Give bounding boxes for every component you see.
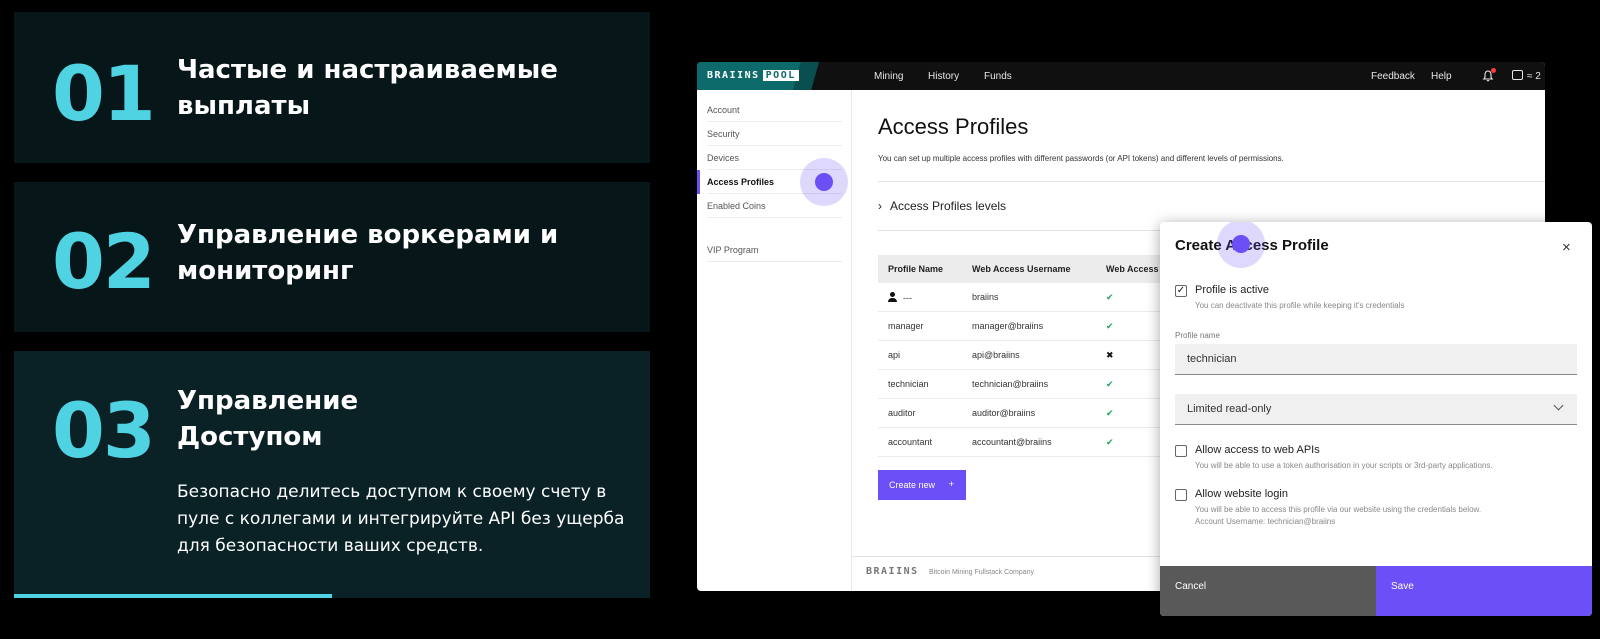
- table-row[interactable]: technician technician@braiins ✔: [878, 370, 1168, 399]
- username-cell: accountant@braiins: [972, 437, 1052, 447]
- feature-title-line: Доступом: [177, 422, 323, 452]
- table-row[interactable]: auditor auditor@braiins ✔: [878, 399, 1168, 428]
- save-button[interactable]: Save: [1376, 566, 1592, 616]
- click-highlight: [1217, 222, 1265, 268]
- feature-progress-fill: [14, 594, 332, 598]
- feature-title: Управление Доступом: [177, 383, 617, 455]
- footer-logo: BRAIINS: [866, 566, 919, 577]
- table-header: Profile Name Web Access Username Web Acc…: [878, 255, 1168, 283]
- nav-mining[interactable]: Mining: [874, 71, 903, 82]
- profile-active-label: Profile is active: [1195, 284, 1269, 296]
- profile-name-cell: accountant: [888, 437, 933, 447]
- profile-name-cell: ---: [878, 291, 966, 303]
- feature-description: Безопасно делитесь доступом к своему сче…: [177, 482, 625, 556]
- website-login-label: Allow website login: [1195, 488, 1288, 500]
- feature-title: Управление воркерами и мониторинг: [177, 217, 617, 289]
- feature-progress-bar: [14, 594, 650, 598]
- feature-number: 02: [52, 217, 156, 306]
- access-levels-toggle[interactable]: › Access Profiles levels: [878, 199, 1006, 213]
- sidebar-item-security[interactable]: Security: [707, 122, 842, 146]
- top-bar: BRAIINS POOL Mining History Funds Feedbac…: [697, 62, 1545, 90]
- column-header[interactable]: Web Access: [1100, 264, 1168, 274]
- username-cell: braiins: [972, 292, 999, 302]
- chevron-down-icon: [1553, 400, 1564, 411]
- cross-icon: ✖: [1106, 349, 1114, 360]
- create-new-button[interactable]: Create new +: [878, 470, 966, 500]
- check-icon: ✔: [1106, 291, 1114, 302]
- logo-brand: BRAIINS: [707, 70, 760, 81]
- username-cell: manager@braiins: [972, 321, 1044, 331]
- check-icon: ✔: [1106, 378, 1114, 389]
- close-icon[interactable]: ×: [1562, 239, 1571, 256]
- username-cell: api@braiins: [972, 350, 1020, 360]
- username-cell: auditor@braiins: [972, 408, 1036, 418]
- nav-history[interactable]: History: [928, 71, 959, 82]
- username-cell: technician@braiins: [972, 379, 1049, 389]
- table-row[interactable]: accountant accountant@braiins ✔: [878, 428, 1168, 457]
- user-icon: [888, 291, 897, 302]
- chevron-right-icon: ›: [878, 199, 882, 213]
- click-highlight: [800, 158, 848, 206]
- column-header[interactable]: Web Access Username: [966, 264, 1100, 274]
- feedback-link[interactable]: Feedback: [1371, 71, 1415, 82]
- feature-title: Частые и настраиваемые выплаты: [177, 52, 617, 124]
- table-row[interactable]: manager manager@braiins ✔: [878, 312, 1168, 341]
- permission-select[interactable]: Limited read-only: [1175, 394, 1577, 425]
- website-login-hint: You will be able to access this profile …: [1195, 505, 1482, 514]
- profile-name-cell: manager: [888, 321, 924, 331]
- profile-active-hint: You can deactivate this profile while ke…: [1195, 301, 1405, 310]
- feature-title-line: Управление воркерами и: [177, 220, 559, 250]
- divider: [878, 181, 1545, 182]
- nav-funds[interactable]: Funds: [984, 71, 1012, 82]
- feature-card-3[interactable]: 03 Управление Доступом Безопасно делитес…: [14, 351, 650, 598]
- table-row[interactable]: --- braiins ✔: [878, 283, 1168, 312]
- profile-name-cell: auditor: [888, 408, 916, 418]
- wallet-balance: ≈ 2: [1527, 71, 1541, 82]
- feature-title-line: мониторинг: [177, 256, 354, 286]
- permission-selected-value: Limited read-only: [1187, 403, 1272, 415]
- create-new-label: Create new: [889, 480, 936, 490]
- footer-tagline: Bitcoin Mining Fullstack Company: [929, 569, 1035, 576]
- page-title: Access Profiles: [878, 114, 1029, 139]
- feature-title-line: Управление: [177, 386, 359, 416]
- account-username: Account Username: technician@braiins: [1195, 517, 1336, 526]
- feature-number: 03: [52, 386, 156, 475]
- profile-active-checkbox[interactable]: ✓: [1175, 285, 1187, 297]
- feature-number: 01: [52, 49, 156, 138]
- profiles-table: Profile Name Web Access Username Web Acc…: [878, 255, 1168, 457]
- web-api-label: Allow access to web APIs: [1195, 444, 1320, 456]
- profile-name: ---: [903, 292, 912, 303]
- page-description: You can set up multiple access profiles …: [878, 154, 1284, 163]
- table-row[interactable]: api api@braiins ✖: [878, 341, 1168, 370]
- profile-name-label: Profile name: [1175, 331, 1220, 340]
- braiins-pool-logo[interactable]: BRAIINS POOL: [707, 70, 799, 81]
- web-api-hint: You will be able to use a token authoris…: [1195, 461, 1493, 470]
- logo-product: POOL: [762, 70, 799, 81]
- feature-card-1[interactable]: 01 Частые и настраиваемые выплаты: [14, 12, 650, 163]
- web-api-checkbox[interactable]: [1175, 445, 1187, 457]
- notification-badge: [1491, 68, 1496, 73]
- check-icon: ✔: [1106, 436, 1114, 447]
- create-access-profile-dialog: Create Access Profile × ✓ Profile is act…: [1160, 222, 1592, 616]
- plus-icon: +: [948, 479, 954, 489]
- sidebar-item-vip-program[interactable]: VIP Program: [707, 238, 842, 262]
- check-icon: ✔: [1106, 407, 1114, 418]
- cancel-button[interactable]: Cancel: [1160, 566, 1376, 616]
- profile-name-input[interactable]: technician: [1175, 344, 1577, 375]
- feature-card-2[interactable]: 02 Управление воркерами и мониторинг: [14, 182, 650, 332]
- feature-title-line: выплаты: [177, 91, 311, 121]
- check-icon: ✔: [1106, 320, 1114, 331]
- column-header[interactable]: Profile Name: [878, 264, 966, 274]
- profile-name-cell: api: [888, 350, 901, 360]
- sidebar-active-indicator: [697, 170, 700, 194]
- profile-name-cell: technician: [888, 379, 929, 389]
- wallet-icon[interactable]: [1512, 70, 1523, 80]
- feature-title-line: Частые и настраиваемые: [177, 55, 558, 85]
- help-link[interactable]: Help: [1431, 71, 1452, 82]
- access-levels-label: Access Profiles levels: [890, 199, 1007, 213]
- sidebar-item-account[interactable]: Account: [707, 98, 842, 122]
- website-login-checkbox[interactable]: [1175, 489, 1187, 501]
